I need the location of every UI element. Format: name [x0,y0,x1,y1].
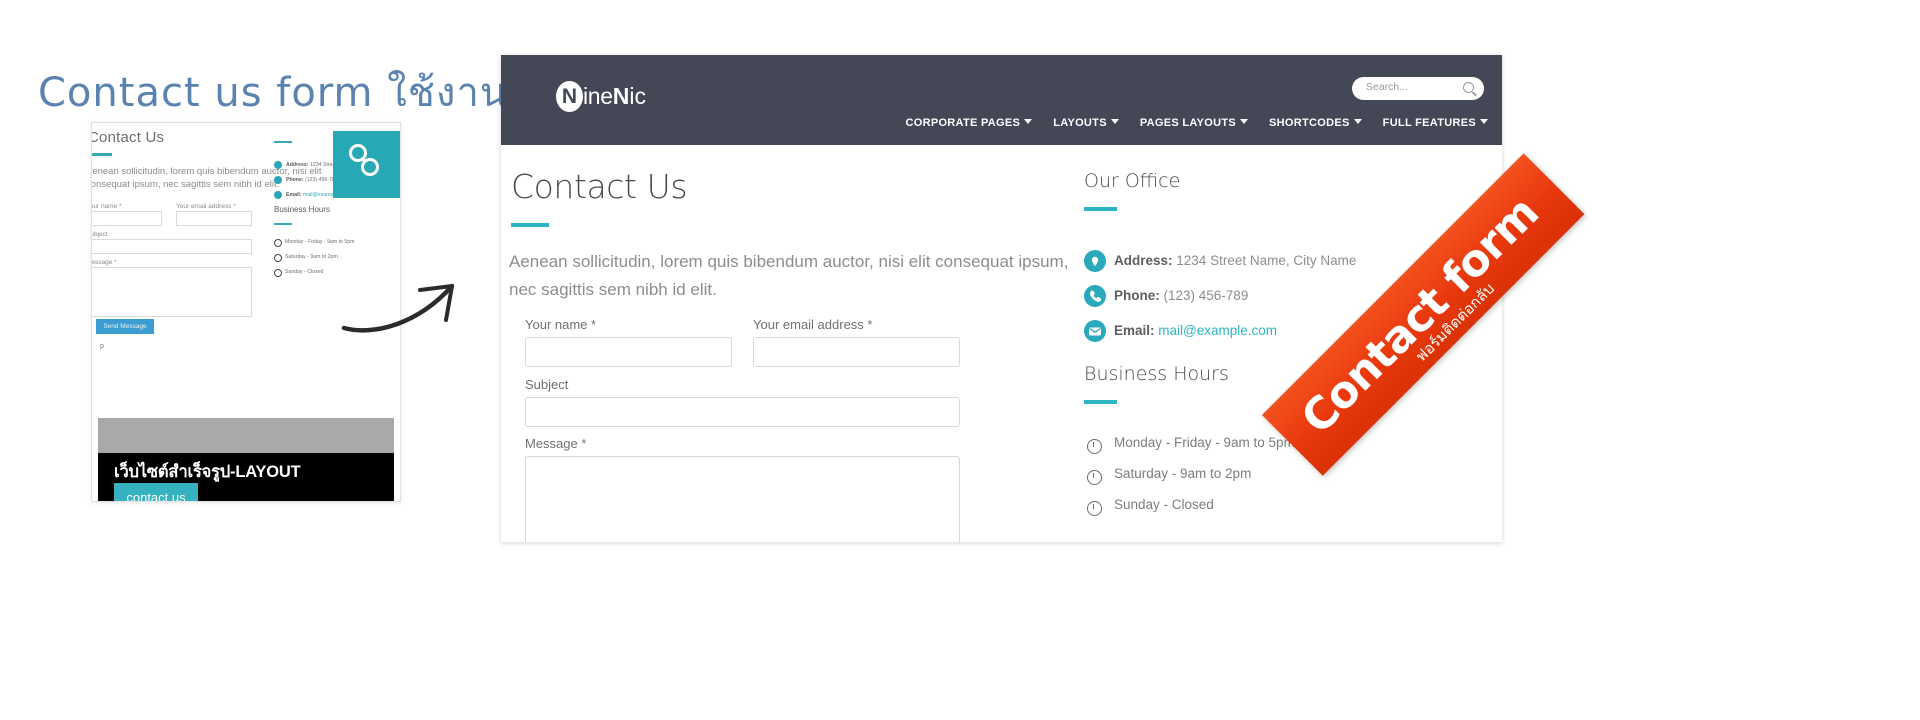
thumbnail-send-button[interactable]: Send Message [96,319,154,334]
email-row: Email: mail@example.com [1114,323,1277,338]
thumbnail-office-rule [274,141,292,143]
nav-label: FULL FEATURES [1382,117,1476,129]
email-value[interactable]: mail@example.com [1158,323,1277,338]
chevron-down-icon [1353,119,1362,124]
phone-value: (123) 456-789 [1163,288,1249,303]
phone-label: Phone: [1114,288,1160,303]
hours-row: Saturday - 9am to 2pm [1114,466,1252,481]
chevron-down-icon [1480,119,1488,124]
office-title: Our Office [1084,170,1181,192]
thumbnail-address-label: Address: [286,162,309,168]
thumbnail-email-input[interactable] [176,211,252,226]
logo-text-3: ic [629,83,647,109]
thumbnail-contact-us-button[interactable]: contact us [114,483,198,501]
logo-mark: N [556,81,583,112]
office-rule [1084,207,1117,211]
email-field-label: Your email address * [753,317,873,332]
chain-link-icon [349,144,379,176]
hand-drawn-arrow-icon [341,283,455,333]
hours-row: Sunday - Closed [1114,497,1214,512]
clock-icon [1087,439,1102,454]
location-pin-glyph [1091,256,1099,267]
clock-icon [1087,501,1102,516]
subject-field-label: Subject [525,377,569,392]
nav-label: LAYOUTS [1053,117,1107,129]
chevron-down-icon [1240,119,1249,124]
email-input[interactable] [753,337,960,367]
page-title: Contact us form ใช้งานง่าย [38,60,577,124]
nav-item-shortcodes[interactable]: SHORTCODES [1269,117,1362,129]
logo-text-1: ine [583,83,613,109]
search-icon[interactable] [1463,82,1474,93]
address-value: 1234 Street Name, City Name [1176,253,1357,268]
nav-item-layouts[interactable]: LAYOUTS [1053,117,1119,129]
thumbnail-hours-row: Sunday - Closed [285,269,324,275]
thumbnail-banner-text: เว็บไซต์สำเร็จรูป-LAYOUT [114,463,301,481]
nav-label: CORPORATE PAGES [905,117,1021,129]
message-field-label: Message * [525,436,587,451]
thumbnail-email-label: Email: [286,192,302,198]
name-input[interactable] [525,337,732,367]
thumbnail-name-input[interactable] [92,211,162,226]
thumbnail-location-icon [274,161,282,169]
thumbnail-phone-label: Phone: [286,177,304,183]
thumbnail-phone-row: Phone: (123) 456-789 [286,177,338,183]
content-title-rule [511,223,549,227]
corner-ribbon: Contact form ฟอร์มติดต่อกลับ [1262,153,1602,635]
hours-title: Business Hours [1084,363,1229,385]
phone-glyph [1090,290,1102,302]
site-logo[interactable]: NineNic [556,81,646,115]
message-textarea[interactable] [525,456,960,542]
thumbnail-name-label: Your name * [92,203,122,210]
screenshot-canvas: Contact us form ใช้งานง่าย Contact Us Ae… [0,0,1920,720]
thumbnail-email-icon [274,191,282,199]
location-pin-icon [1084,250,1106,272]
phone-row: Phone: (123) 456-789 [1114,288,1248,303]
thumbnail-hours-title: Business Hours [274,205,331,214]
nav-label: SHORTCODES [1269,117,1350,129]
thumbnail-clock-icon-1 [274,239,282,247]
main-navigation: CORPORATE PAGES LAYOUTS PAGES LAYOUTS SH… [905,117,1488,129]
thumbnail-subject-input[interactable] [92,239,252,254]
name-field-label: Your name * [525,317,597,332]
envelope-glyph [1089,327,1101,336]
thumbnail-hours-row: Saturday - 9am to 2pm [285,254,338,260]
nav-item-full-features[interactable]: FULL FEATURES [1383,117,1488,129]
clock-icon [1087,470,1102,485]
thumbnail-hours-row: Monday - Friday - 9am to 5pm [285,239,355,245]
thumbnail-email-label: Your email address * [176,203,236,210]
nav-label: PAGES LAYOUTS [1139,117,1237,129]
thumbnail-message-input[interactable] [92,267,252,317]
thumbnail-footer-mark: p [100,343,104,350]
thumbnail-gray-band [98,418,394,453]
thumbnail-clock-icon-2 [274,254,282,262]
thumbnail-subject-label: Subject [91,231,108,238]
content-page-title: Contact Us [511,167,688,206]
logo-text-2: N [612,83,630,109]
search-input[interactable]: Search... [1352,77,1484,100]
hours-rule [1084,400,1117,404]
thumbnail-clock-icon-3 [274,269,282,277]
email-label: Email: [1114,323,1155,338]
nav-item-pages-layouts[interactable]: PAGES LAYOUTS [1139,117,1249,129]
search-placeholder: Search... [1366,81,1409,93]
link-badge-icon [333,131,400,198]
nav-item-corporate-pages[interactable]: CORPORATE PAGES [905,117,1033,129]
chevron-down-icon [1024,119,1033,124]
thumbnail-title: Contact Us [91,129,165,146]
thumbnail-black-banner: เว็บไซต์สำเร็จรูป-LAYOUT contact us [98,453,394,501]
address-label: Address: [1114,253,1173,268]
page-title-en: Contact us form [38,70,374,116]
site-header: NineNic Search... CORPORATE PAGES LAYOUT… [501,55,1502,145]
subject-input[interactable] [525,397,960,427]
chevron-down-icon [1110,119,1119,124]
address-row: Address: 1234 Street Name, City Name [1114,253,1356,268]
thumbnail-phone-icon [274,176,282,184]
thumbnail-message-label: Message * [91,259,117,266]
content-lead-paragraph: Aenean sollicitudin, lorem quis bibendum… [509,252,1069,299]
thumbnail-title-rule [92,153,112,156]
thumbnail-hours-rule [274,223,292,225]
email-envelope-icon [1084,320,1106,342]
phone-icon [1084,285,1106,307]
